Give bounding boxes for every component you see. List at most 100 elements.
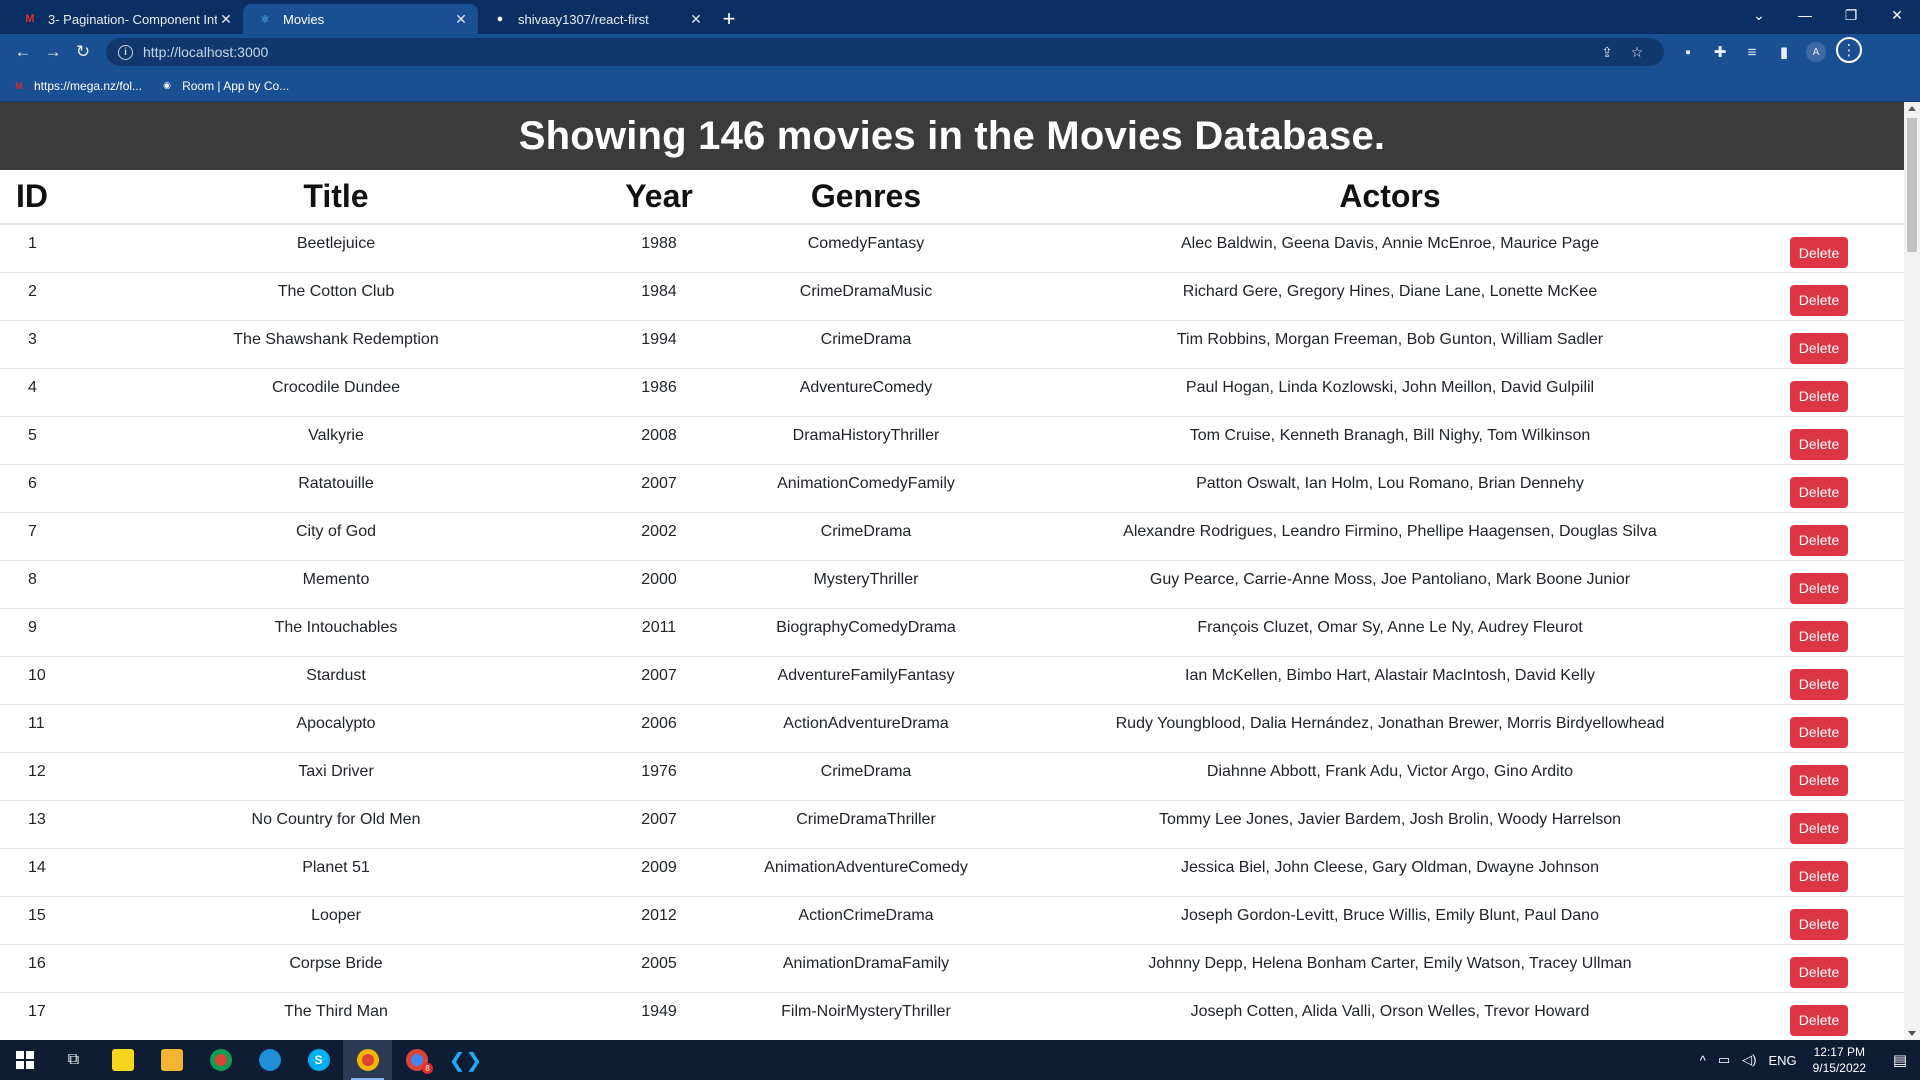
tab-close-icon[interactable]: ✕ (217, 10, 235, 28)
table-header-row: ID Title Year Genres Actors (0, 170, 1904, 225)
taskbar-vscode[interactable]: ❮❯ (441, 1040, 490, 1080)
clock-date: 9/15/2022 (1812, 1061, 1866, 1075)
back-icon[interactable]: ← (8, 37, 38, 67)
bookmark-item[interactable]: ◉ Room | App by Co... (160, 79, 289, 93)
cell-id: 3 (0, 320, 96, 369)
puzzle-extensions-icon[interactable]: ✚ (1704, 37, 1736, 67)
side-panel-icon[interactable]: ▮ (1768, 37, 1800, 67)
tab-search-icon[interactable]: ⌄ (1736, 0, 1782, 30)
cell-actors: Ian McKellen, Bimbo Hart, Alastair MacIn… (990, 656, 1790, 705)
tab-close-icon[interactable]: ✕ (687, 10, 705, 28)
forward-icon[interactable]: → (38, 37, 68, 67)
cell-year: 2006 (576, 704, 742, 753)
url-text[interactable]: http://localhost:3000 (143, 44, 1592, 60)
delete-button[interactable]: Delete (1790, 332, 1848, 364)
browser-tab[interactable]: ⚛ Movies ✕ (243, 4, 478, 34)
cell-actors: Joseph Cotten, Alida Valli, Orson Welles… (990, 992, 1790, 1040)
network-icon[interactable]: ▭ (1718, 1052, 1730, 1068)
media-queue-icon[interactable]: ≡ (1736, 37, 1768, 67)
delete-button[interactable]: Delete (1790, 476, 1848, 508)
skype-icon: S (307, 1049, 330, 1071)
windows-logo-icon (15, 1051, 34, 1069)
url-omnibox[interactable]: i http://localhost:3000 ⇪ ☆ (106, 38, 1664, 66)
volume-icon[interactable]: ◁) (1742, 1052, 1756, 1068)
delete-button[interactable]: Delete (1790, 380, 1848, 412)
delete-button[interactable]: Delete (1790, 764, 1848, 796)
scroll-up-icon[interactable] (1908, 106, 1916, 111)
table-row: 1 Beetlejuice 1988 ComedyFantasy Alec Baldwi… (0, 224, 1904, 273)
cell-genres: AnimationComedyFamily (742, 464, 990, 513)
cell-id: 7 (0, 512, 96, 561)
delete-button[interactable]: Delete (1790, 428, 1848, 460)
taskbar-sticky-notes[interactable] (98, 1040, 147, 1080)
delete-button[interactable]: Delete (1790, 524, 1848, 556)
taskbar-skype[interactable]: S (294, 1040, 343, 1080)
delete-button[interactable]: Delete (1790, 716, 1848, 748)
cell-actors: Rudy Youngblood, Dalia Hernández, Jonath… (990, 704, 1790, 753)
show-hidden-icons-icon[interactable]: ^ (1700, 1053, 1706, 1068)
reload-icon[interactable]: ↻ (68, 37, 98, 67)
cell-action: Delete (1790, 704, 1904, 753)
cell-genres: CrimeDramaThriller (742, 800, 990, 849)
cell-id: 16 (0, 944, 96, 993)
table-row: 4 Crocodile Dundee 1986 AdventureComedy Paul… (0, 368, 1904, 417)
scrollbar-thumb[interactable] (1907, 118, 1917, 252)
delete-button[interactable]: Delete (1790, 620, 1848, 652)
new-tab-button[interactable]: + (713, 4, 745, 34)
browser-tab[interactable]: ● shivaay1307/react-first ✕ (478, 4, 713, 34)
delete-button[interactable]: Delete (1790, 956, 1848, 988)
cell-title: Taxi Driver (96, 752, 576, 801)
movies-table: ID Title Year Genres Actors 1 Beetlejuice… (0, 170, 1904, 1040)
cell-title: The Third Man (96, 992, 576, 1040)
tab-close-icon[interactable]: ✕ (452, 10, 470, 28)
cell-action: Delete (1790, 368, 1904, 417)
delete-button[interactable]: Delete (1790, 668, 1848, 700)
tab-title: 3- Pagination- Component Interf (48, 11, 217, 27)
delete-button[interactable]: Delete (1790, 1004, 1848, 1036)
table-row: 3 The Shawshank Redemption 1994 CrimeDrama T… (0, 320, 1904, 369)
close-window-icon[interactable]: ✕ (1874, 0, 1920, 30)
kebab-menu-icon[interactable]: ⋮ (1836, 37, 1862, 63)
taskbar-chrome[interactable] (196, 1040, 245, 1080)
language-indicator[interactable]: ENG (1768, 1053, 1796, 1068)
cell-genres: CrimeDrama (742, 512, 990, 561)
restore-icon[interactable]: ❐ (1828, 0, 1874, 30)
delete-button[interactable]: Delete (1790, 572, 1848, 604)
delete-button[interactable]: Delete (1790, 812, 1848, 844)
task-view-button[interactable]: ⧉ (49, 1040, 98, 1080)
cell-actors: Patton Oswalt, Ian Holm, Lou Romano, Bri… (990, 464, 1790, 513)
delete-button[interactable]: Delete (1790, 237, 1848, 268)
cell-year: 2011 (576, 608, 742, 657)
taskbar-chrome-profile[interactable] (343, 1040, 392, 1080)
page-viewport: Showing 146 movies in the Movies Databas… (0, 102, 1904, 1040)
header-action (1790, 170, 1904, 225)
profile-avatar[interactable]: A (1806, 42, 1826, 62)
scroll-down-icon[interactable] (1908, 1031, 1916, 1036)
taskbar-file-explorer[interactable] (147, 1040, 196, 1080)
system-clock[interactable]: 12:17 PM 9/15/2022 (1813, 1044, 1866, 1076)
site-info-icon[interactable]: i (118, 44, 133, 60)
delete-button[interactable]: Delete (1790, 284, 1848, 316)
cell-title: The Intouchables (96, 608, 576, 657)
cell-actors: Jessica Biel, John Cleese, Gary Oldman, … (990, 848, 1790, 897)
page-banner: Showing 146 movies in the Movies Databas… (0, 102, 1904, 170)
bookmark-item[interactable]: Mhttps://mega.nz/fol... (12, 79, 142, 93)
browser-tab[interactable]: M 3- Pagination- Component Interf ✕ (8, 4, 243, 34)
cell-year: 2009 (576, 848, 742, 897)
taskbar-chrome-alt[interactable]: 8 (392, 1040, 441, 1080)
action-center-icon[interactable]: ▤ (1880, 1040, 1920, 1080)
cell-id: 4 (0, 368, 96, 417)
cell-genres: CrimeDrama (742, 752, 990, 801)
cell-title: Corpse Bride (96, 944, 576, 993)
taskbar-edge[interactable] (245, 1040, 294, 1080)
bookmark-star-icon[interactable]: ☆ (1622, 44, 1652, 61)
share-icon[interactable]: ⇪ (1592, 44, 1622, 61)
delete-button[interactable]: Delete (1790, 908, 1848, 940)
movies-table-body: 1 Beetlejuice 1988 ComedyFantasy Alec Baldwi… (0, 224, 1904, 1040)
minimize-icon[interactable]: — (1782, 0, 1828, 30)
delete-button[interactable]: Delete (1790, 860, 1848, 892)
start-button[interactable] (0, 1040, 49, 1080)
extension-icon[interactable]: ▪ (1672, 37, 1704, 67)
cell-title: Stardust (96, 656, 576, 705)
page-scrollbar[interactable] (1904, 102, 1920, 1040)
